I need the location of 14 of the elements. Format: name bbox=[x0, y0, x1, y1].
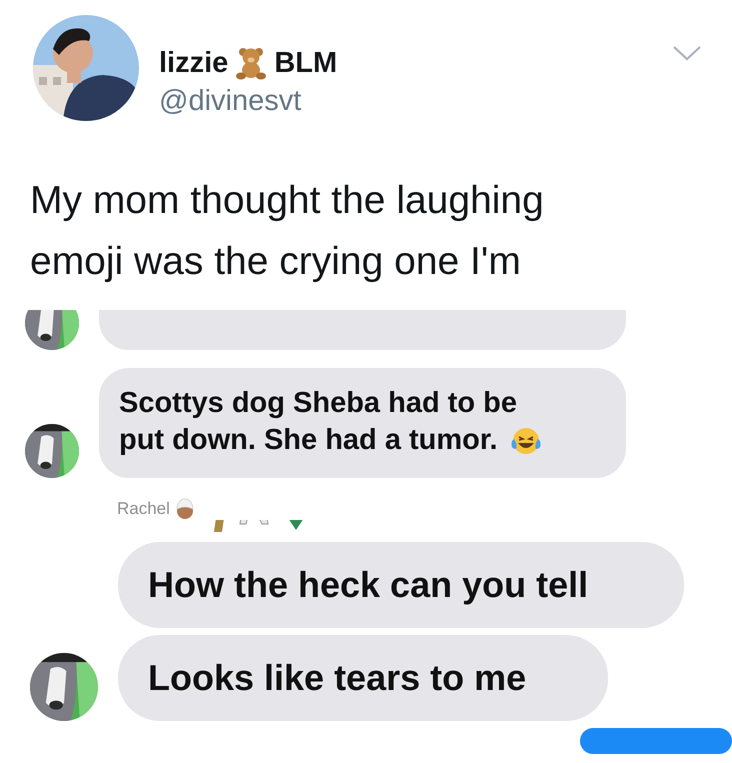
message-text: put down. She had a tumor. bbox=[119, 423, 498, 458]
message-text: How the heck can you tell bbox=[148, 563, 588, 607]
chevron-down-icon bbox=[672, 45, 702, 63]
more-options-button[interactable] bbox=[672, 45, 702, 63]
teddy-bear-icon bbox=[234, 46, 268, 80]
user-name: lizzie bbox=[159, 46, 228, 80]
person-with-turban-icon bbox=[174, 498, 196, 520]
message-text: Scottys dog Sheba had to be bbox=[119, 386, 517, 421]
sender-name: Rachel bbox=[117, 499, 170, 519]
tweet-text-line: My mom thought the laughing bbox=[30, 178, 545, 224]
user-name-suffix: BLM bbox=[274, 46, 338, 80]
user-handle: @divinesvt bbox=[159, 85, 302, 118]
tweet-text-line: emoji was the crying one I'm bbox=[30, 239, 522, 285]
message-text: Looks like tears to me bbox=[148, 656, 526, 700]
